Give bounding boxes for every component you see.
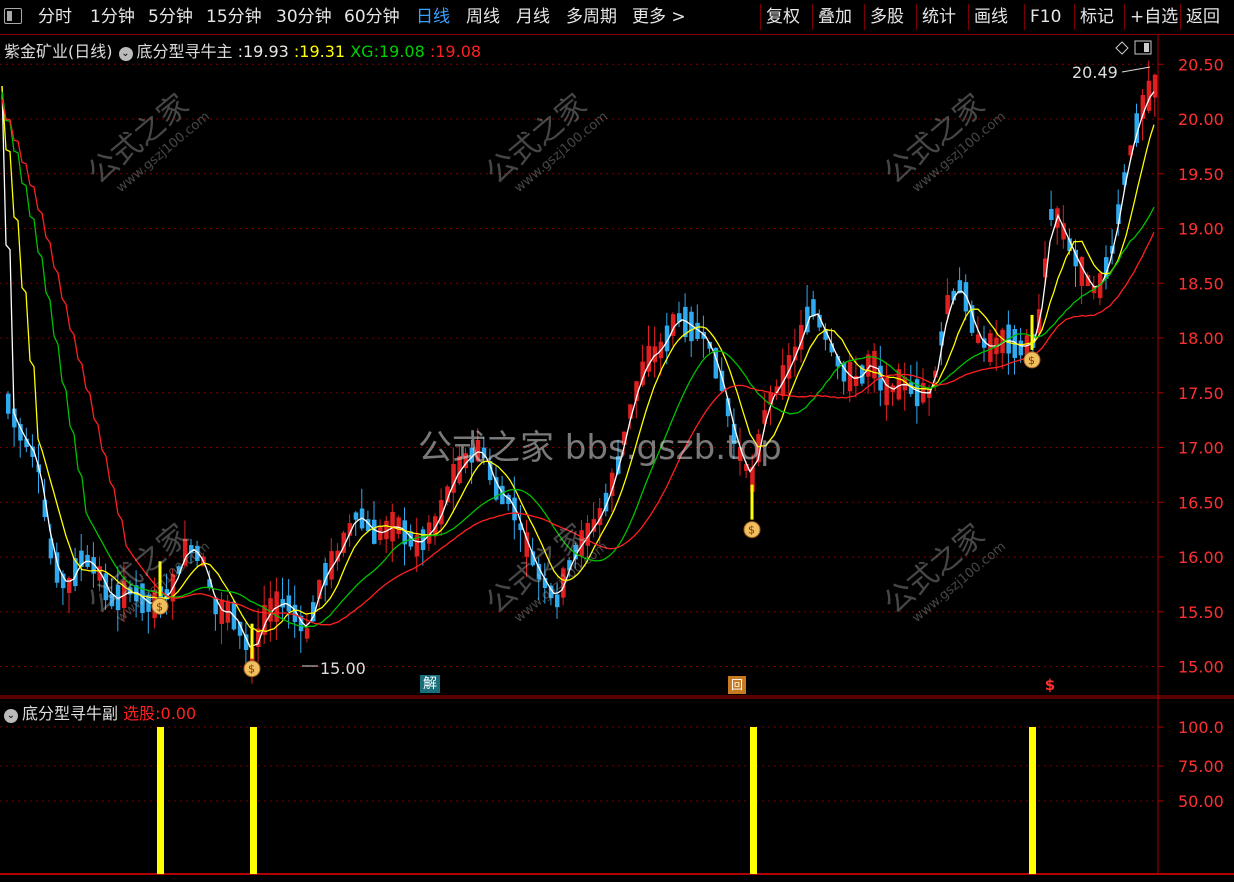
candle-body: [280, 599, 285, 608]
high-arrow: [1121, 66, 1151, 73]
price-axis-label: 15.50: [1178, 603, 1224, 622]
candle-body: [378, 526, 383, 541]
panel-icon-fill: [1144, 43, 1149, 52]
price-axis-label: 16.00: [1178, 548, 1224, 567]
price-axis-label: 17.00: [1178, 439, 1224, 458]
xg-label: XG:: [350, 42, 379, 61]
main-indicator-title: 紫金矿业(日线) ⌄ 底分型寻牛主 :19.93 :19.31 XG:19.08 :…: [4, 42, 482, 61]
sub-axis-label: 100.0: [1178, 718, 1224, 737]
price-axis-label: 19.50: [1178, 165, 1224, 184]
indicator-menu-icon[interactable]: ⌄: [118, 47, 133, 61]
jie-marker[interactable]: 解: [420, 675, 440, 693]
candle-body: [1079, 256, 1085, 286]
signal-bar: [250, 727, 257, 874]
candle-body: [914, 379, 920, 407]
yellow-line-value: 19.31: [299, 42, 346, 61]
signal-bar: [750, 727, 757, 874]
price-axis-label: 18.00: [1178, 329, 1224, 348]
money-bag-symbol: $: [156, 600, 163, 613]
hui-marker[interactable]: 回: [728, 676, 746, 694]
diamond-icon: [1115, 41, 1129, 55]
price-axis-label: 17.50: [1178, 384, 1224, 403]
price-axis-label: 20.50: [1178, 55, 1224, 74]
xg-value: 19.08: [378, 42, 425, 61]
candle-body: [872, 350, 877, 379]
candle-body: [811, 299, 816, 317]
select-value: 0.00: [160, 704, 197, 723]
candle-body: [988, 333, 993, 362]
select-label: 选股:: [123, 704, 161, 723]
price-axis-label: 18.50: [1178, 274, 1224, 293]
money-bag-symbol: $: [248, 663, 255, 676]
white-line-value: 19.93: [243, 42, 289, 61]
center-watermark: 公式之家 bbs.gszb.top: [418, 428, 782, 468]
low-price-label: 15.00: [320, 659, 366, 678]
indicator-name[interactable]: 底分型寻牛主: [137, 42, 233, 61]
signal-bar: [157, 727, 164, 874]
money-bag-symbol: $: [1028, 354, 1035, 367]
price-axis-label: 19.00: [1178, 220, 1224, 239]
price-axis-label: 16.50: [1178, 493, 1224, 512]
money-bag-symbol: $: [748, 524, 755, 537]
price-axis-label: 15.00: [1178, 658, 1224, 677]
s-marker[interactable]: $: [1043, 676, 1057, 694]
high-price-label: 20.49: [1072, 63, 1118, 82]
candle-body: [353, 512, 359, 520]
red-line-value: 19.08: [435, 42, 482, 61]
candle-body: [268, 598, 273, 622]
sub-indicator-name[interactable]: 底分型寻牛副: [22, 704, 118, 723]
candle-body: [1018, 340, 1024, 356]
candle-body: [286, 595, 292, 612]
price-axis-label: 20.00: [1178, 110, 1224, 129]
sub-axis-label: 75.00: [1178, 757, 1224, 776]
sub-axis-label: 50.00: [1178, 792, 1224, 811]
sub-indicator-title: ⌄ 底分型寻牛副 选股:0.00: [4, 700, 196, 724]
signal-bar: [1029, 727, 1036, 874]
stock-name[interactable]: 紫金矿业(日线): [4, 42, 113, 61]
candle-body: [219, 599, 224, 624]
candle-body: [6, 393, 11, 414]
candle-body: [1152, 74, 1158, 98]
candle-body: [304, 628, 310, 639]
candle-body: [372, 519, 377, 544]
candle-body: [396, 517, 401, 534]
candle-body: [1049, 208, 1054, 220]
candle-body: [975, 334, 981, 343]
candle-body: [512, 497, 517, 521]
sub-indicator-menu-icon[interactable]: ⌄: [4, 709, 18, 723]
